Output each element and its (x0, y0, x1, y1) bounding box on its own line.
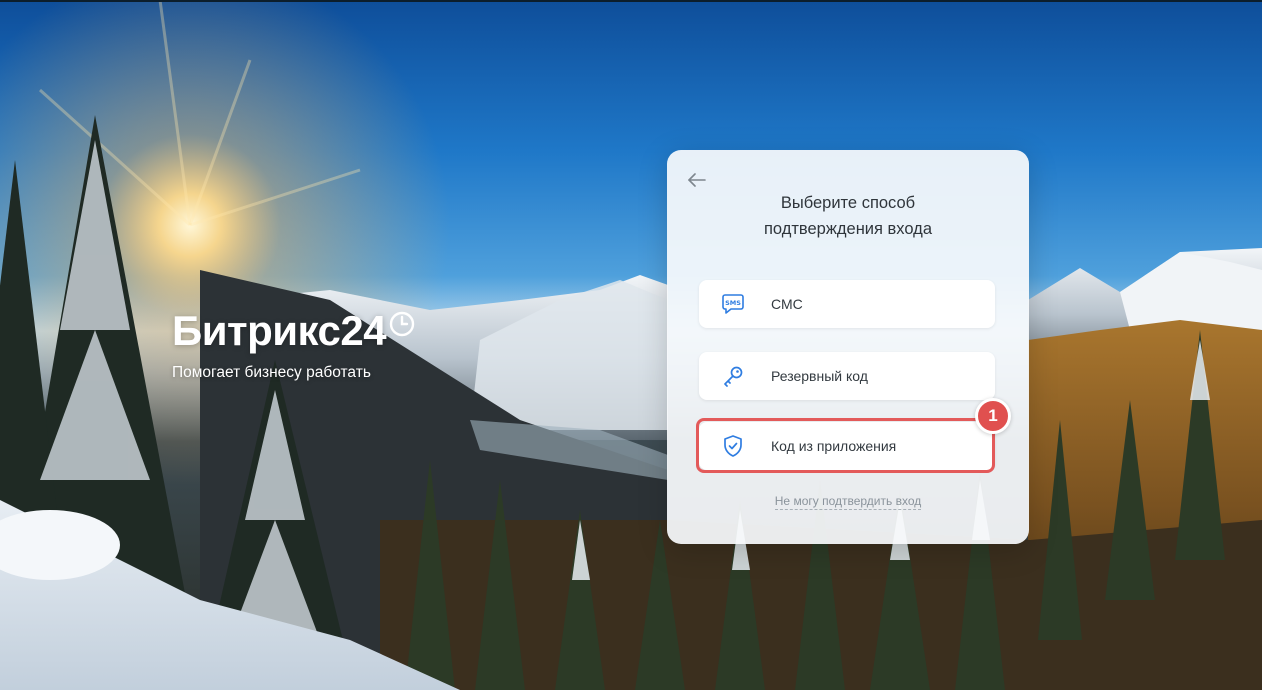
option-app-code[interactable]: Код из приложения (699, 422, 995, 470)
top-border (0, 0, 1262, 2)
option-backup-code[interactable]: Резервный код (699, 352, 995, 400)
back-button[interactable] (683, 168, 711, 192)
card-title-line-2: подтверждения входа (763, 220, 932, 238)
step-badge: 1 (975, 398, 1011, 434)
svg-text:SMS: SMS (725, 299, 741, 307)
brand-block: Битрикс24 Помогает бизнесу работать (172, 308, 416, 382)
brand-tagline: Помогает бизнесу работать (172, 364, 371, 381)
option-sms-label: СМС (771, 296, 803, 312)
auth-method-card: Выберите способ подтверждения входа SMS … (667, 150, 1029, 544)
cant-confirm-link[interactable]: Не могу подтвердить вход (667, 494, 1029, 510)
key-icon (721, 364, 745, 388)
card-title: Выберите способ подтверждения входа (667, 190, 1029, 242)
arrow-left-icon (688, 173, 706, 187)
clock-logo-icon (389, 311, 415, 337)
cant-confirm-link-text: Не могу подтвердить вход (774, 494, 922, 510)
option-sms[interactable]: SMS СМС (699, 280, 995, 328)
option-app-code-label: Код из приложения (771, 438, 897, 454)
shield-check-icon (721, 434, 745, 458)
option-backup-code-label: Резервный код (771, 368, 868, 384)
sms-icon: SMS (721, 292, 745, 316)
card-title-line-1: Выберите способ (780, 194, 916, 212)
brand-logo-text: Битрикс24 (172, 307, 387, 354)
